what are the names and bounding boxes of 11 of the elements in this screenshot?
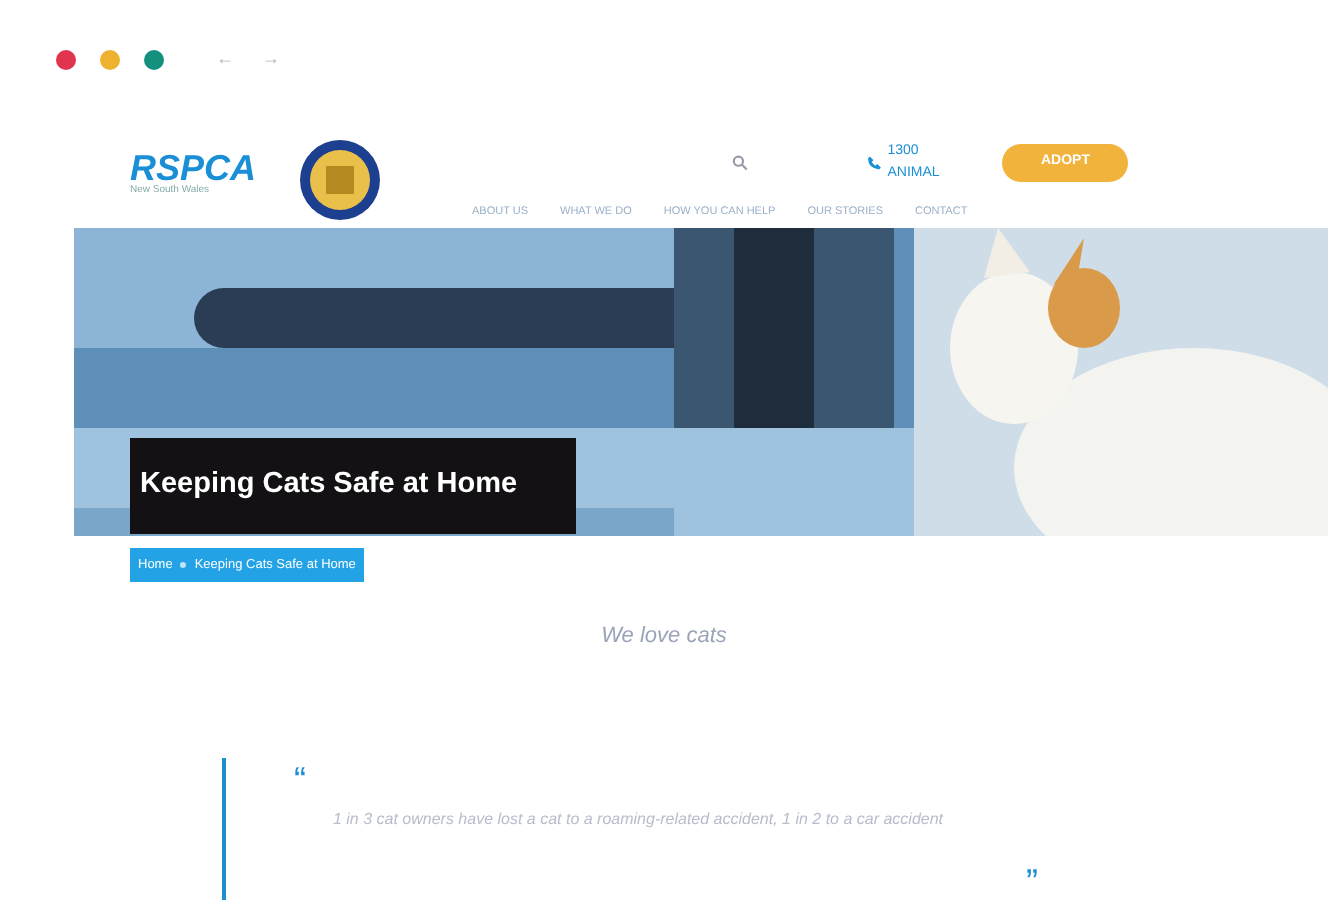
seal-icon: [298, 137, 382, 222]
open-quote-mark: “: [294, 761, 306, 798]
search-icon[interactable]: [732, 154, 749, 173]
back-button[interactable]: ←: [216, 46, 234, 74]
quote-text: 1 in 3 cat owners have lost a cat to a roaming-related accident, 1 in 2 to a car accident: [330, 807, 946, 832]
forward-button[interactable]: →: [262, 46, 280, 74]
close-quote-mark: ”: [1026, 863, 1038, 900]
phone-icon: [868, 156, 882, 171]
page-title: Keeping Cats Safe at Home: [140, 466, 518, 505]
section-heading: We love cats: [599, 622, 729, 653]
logo-text: RSPCA: [130, 150, 259, 187]
